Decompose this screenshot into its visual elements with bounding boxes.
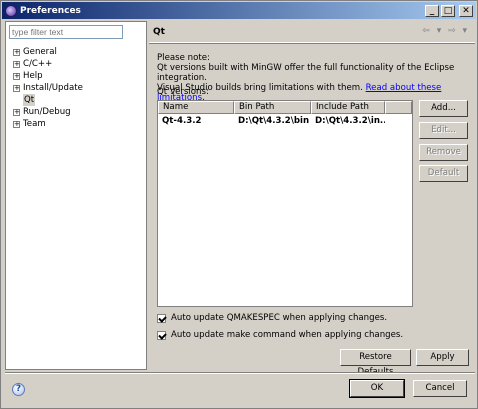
ok-button[interactable]: OK bbox=[349, 379, 405, 398]
maximize-button[interactable]: □ bbox=[441, 4, 455, 17]
table-row[interactable]: Qt-4.3.2 D:\Qt\4.3.2\bin D:\Qt\4.3.2\in.… bbox=[158, 114, 412, 128]
note-heading: Please note: bbox=[157, 53, 210, 63]
expand-icon[interactable]: + bbox=[13, 72, 20, 80]
preference-tree-panel: + General + C/C++ + Help + Install/Updat… bbox=[5, 21, 147, 370]
expand-icon[interactable]: + bbox=[13, 120, 20, 128]
tree-item-qt[interactable]: Qt bbox=[13, 94, 83, 106]
minimize-button[interactable]: _ bbox=[425, 4, 439, 17]
restore-defaults-button[interactable]: Restore Defaults bbox=[340, 349, 411, 377]
tree-item-label: Install/Update bbox=[23, 83, 83, 93]
tree-item-label: General bbox=[23, 47, 57, 57]
help-icon[interactable]: ? bbox=[12, 383, 25, 396]
column-header-filler bbox=[385, 101, 412, 114]
tree-item-label: Team bbox=[23, 119, 46, 129]
filter-input[interactable] bbox=[9, 25, 123, 39]
footer-separator bbox=[5, 372, 475, 374]
tree-item-label: Qt bbox=[23, 94, 36, 106]
make-command-checkbox-row[interactable]: Auto update make command when applying c… bbox=[157, 330, 403, 340]
tree-item-general[interactable]: + General bbox=[13, 46, 83, 58]
title-bar[interactable]: Preferences _ □ ✕ bbox=[2, 2, 476, 19]
tree-item-help[interactable]: + Help bbox=[13, 70, 83, 82]
tree-item-run-debug[interactable]: + Run/Debug bbox=[13, 106, 83, 118]
page-title: Qt bbox=[153, 27, 165, 37]
cell-name: Qt-4.3.2 bbox=[162, 116, 202, 126]
expand-icon[interactable]: + bbox=[13, 60, 20, 68]
tree-item-install-update[interactable]: + Install/Update bbox=[13, 82, 83, 94]
expand-icon[interactable]: + bbox=[13, 108, 20, 116]
make-command-checkbox[interactable] bbox=[157, 330, 166, 340]
expand-icon[interactable]: + bbox=[13, 48, 20, 56]
tree-item-cpp[interactable]: + C/C++ bbox=[13, 58, 83, 70]
default-button[interactable]: Default bbox=[419, 165, 468, 182]
tree-item-label: Help bbox=[23, 71, 43, 81]
make-command-checkbox-label: Auto update make command when applying c… bbox=[171, 330, 404, 340]
column-header-bin-path[interactable]: Bin Path bbox=[234, 101, 311, 114]
preference-page: Qt ⇦ ▾ ⇨ ▾ Please note: Qt versions buil… bbox=[149, 21, 475, 377]
cell-include-path: D:\Qt\4.3.2\in... bbox=[315, 116, 385, 126]
expand-icon[interactable]: + bbox=[13, 84, 20, 92]
preference-tree: + General + C/C++ + Help + Install/Updat… bbox=[13, 46, 83, 130]
edit-button[interactable]: Edit... bbox=[419, 122, 468, 139]
preferences-window: Preferences _ □ ✕ + General + C/C++ + He… bbox=[0, 0, 478, 409]
column-header-name[interactable]: Name bbox=[158, 101, 234, 114]
note-body: Qt versions built with MinGW offer the f… bbox=[157, 63, 455, 83]
qmakespec-checkbox[interactable] bbox=[157, 313, 166, 323]
column-header-include-path[interactable]: Include Path bbox=[311, 101, 385, 114]
page-header: Qt ⇦ ▾ ⇨ ▾ bbox=[149, 21, 475, 43]
qmakespec-checkbox-label: Auto update QMAKESPEC when applying chan… bbox=[171, 313, 388, 323]
qt-versions-table[interactable]: Name Bin Path Include Path Qt-4.3.2 D:\Q… bbox=[157, 100, 413, 307]
history-nav-icon[interactable]: ⇦ ▾ ⇨ ▾ bbox=[422, 26, 469, 36]
table-header: Name Bin Path Include Path bbox=[158, 101, 412, 114]
qmakespec-checkbox-row[interactable]: Auto update QMAKESPEC when applying chan… bbox=[157, 313, 387, 323]
tree-item-label: C/C++ bbox=[23, 59, 53, 69]
cell-bin-path: D:\Qt\4.3.2\bin bbox=[238, 116, 310, 126]
apply-button[interactable]: Apply bbox=[416, 349, 469, 366]
qt-versions-label: Qt Versions: bbox=[157, 87, 209, 97]
remove-button[interactable]: Remove bbox=[419, 144, 468, 161]
window-title: Preferences bbox=[20, 5, 81, 16]
tree-item-label: Run/Debug bbox=[23, 107, 71, 117]
add-button[interactable]: Add... bbox=[419, 100, 468, 117]
cancel-button[interactable]: Cancel bbox=[413, 380, 467, 397]
close-button[interactable]: ✕ bbox=[459, 4, 473, 17]
tree-item-team[interactable]: + Team bbox=[13, 118, 83, 130]
eclipse-icon bbox=[5, 4, 17, 17]
